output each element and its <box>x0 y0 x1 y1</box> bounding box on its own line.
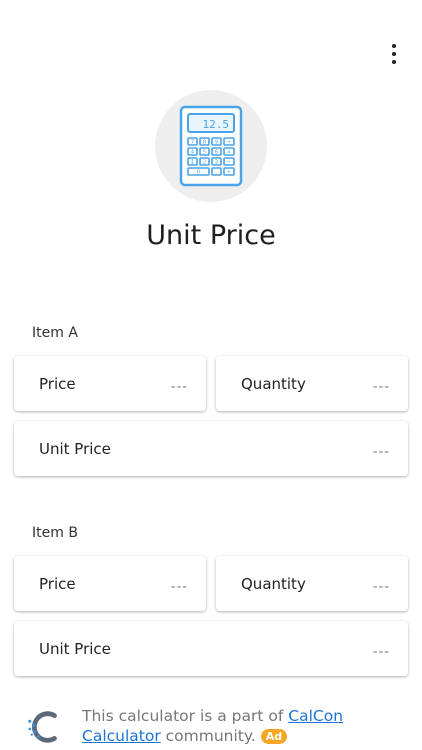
svg-text:3: 3 <box>215 160 218 166</box>
item-b-label: Item B <box>32 525 78 541</box>
field-label: Quantity <box>241 574 306 593</box>
svg-text:12.5: 12.5 <box>203 118 230 131</box>
svg-text:0: 0 <box>197 170 200 176</box>
svg-text:1: 1 <box>191 160 194 166</box>
svg-text:4: 4 <box>191 150 194 156</box>
field-label: Quantity <box>241 374 306 393</box>
svg-text:8: 8 <box>203 140 206 146</box>
item-a-unit-price-field[interactable]: Unit Price --- <box>14 421 408 476</box>
footer-community-note: This calculator is a part of CalCon Calc… <box>26 706 406 746</box>
field-label: Price <box>39 374 76 393</box>
calcon-logo-icon <box>28 711 57 743</box>
svg-text:7: 7 <box>191 140 194 146</box>
field-value: --- <box>170 579 188 594</box>
svg-text:9: 9 <box>215 140 218 146</box>
field-label: Unit Price <box>39 639 111 658</box>
svg-text:−: − <box>227 160 231 166</box>
field-label: Unit Price <box>39 439 111 458</box>
page-title: Unit Price <box>146 220 276 251</box>
svg-text:÷: ÷ <box>227 140 231 146</box>
svg-text:×: × <box>227 150 231 156</box>
item-b-quantity-field[interactable]: Quantity --- <box>216 556 408 611</box>
field-label: Price <box>39 574 76 593</box>
svg-text:5: 5 <box>203 150 206 156</box>
calcon-link[interactable]: CalCon <box>288 707 343 725</box>
field-value: --- <box>170 379 188 394</box>
calculator-link[interactable]: Calculator <box>82 727 161 745</box>
footer-text-before: This calculator is a part of <box>82 707 289 725</box>
item-b-price-field[interactable]: Price --- <box>14 556 206 611</box>
item-a-price-field[interactable]: Price --- <box>14 356 206 411</box>
more-options-button[interactable] <box>384 40 404 68</box>
ad-badge: Ad <box>260 729 288 744</box>
svg-text:2: 2 <box>203 160 206 166</box>
item-a-quantity-field[interactable]: Quantity --- <box>216 356 408 411</box>
calculator-icon: 12.5 7 8 9 ÷ 4 5 6 × 1 2 3− 0. + <box>179 105 243 187</box>
footer-text-after: community. <box>160 727 261 745</box>
field-value: --- <box>372 579 390 594</box>
svg-text:6: 6 <box>215 150 218 156</box>
hero-icon-circle: 12.5 7 8 9 ÷ 4 5 6 × 1 2 3− 0. + <box>155 90 267 202</box>
item-b-unit-price-field[interactable]: Unit Price --- <box>14 621 408 676</box>
item-a-label: Item A <box>32 325 78 341</box>
field-value: --- <box>372 379 390 394</box>
field-value: --- <box>372 444 390 459</box>
svg-text:+: + <box>227 170 231 176</box>
footer-text: This calculator is a part of CalCon Calc… <box>82 706 343 746</box>
field-value: --- <box>372 644 390 659</box>
more-vert-icon <box>392 44 396 64</box>
